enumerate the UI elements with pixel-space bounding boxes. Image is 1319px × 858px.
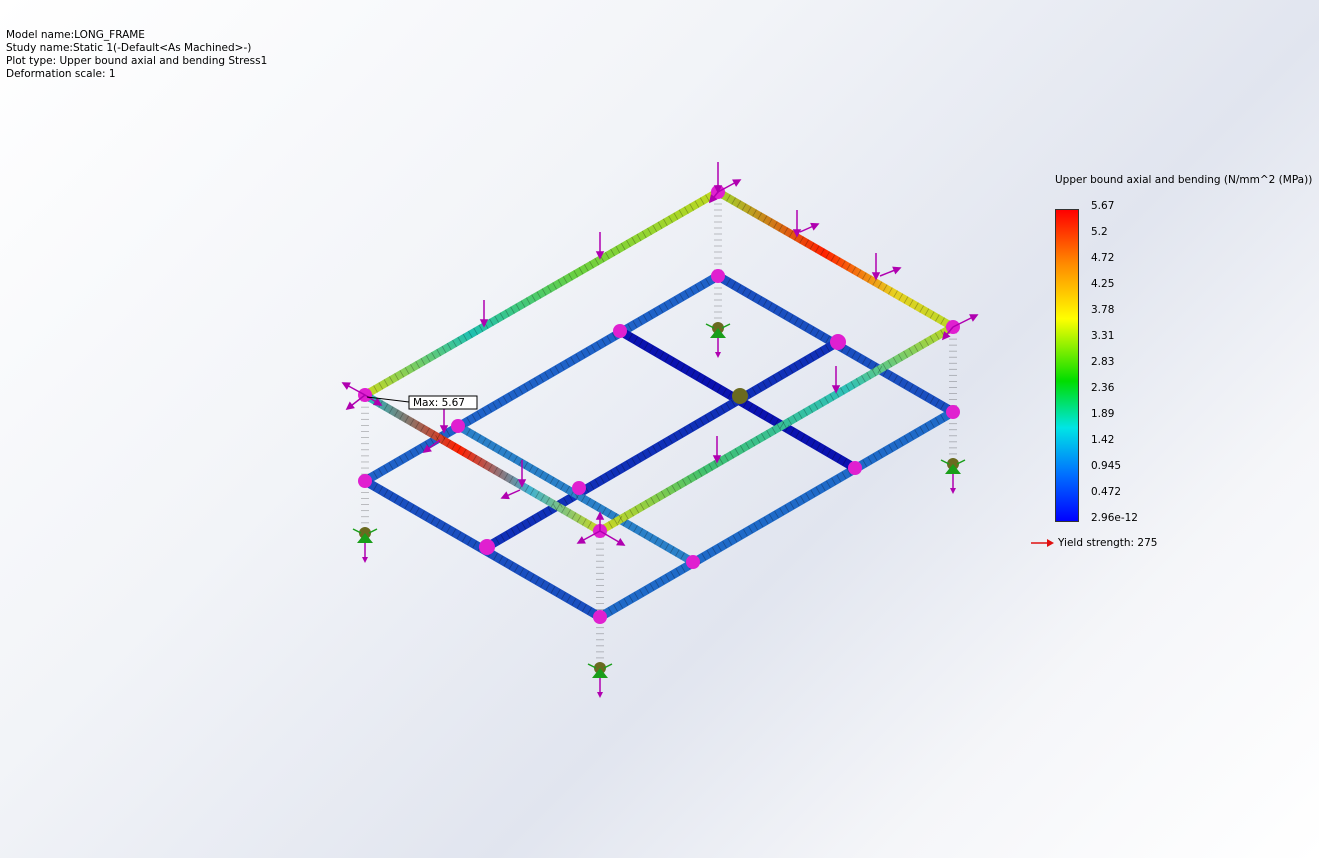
legend-tick: 0.945 bbox=[1091, 460, 1122, 472]
joint bbox=[711, 269, 725, 283]
max-label: Max: 5.67 bbox=[413, 397, 465, 409]
joint bbox=[593, 610, 607, 624]
legend-tick: 2.83 bbox=[1091, 356, 1115, 368]
beam bbox=[714, 188, 957, 331]
load-arrow-head bbox=[500, 491, 510, 500]
legend-tick: 0.472 bbox=[1091, 486, 1122, 498]
legend-tick: 1.42 bbox=[1091, 434, 1115, 446]
reaction-arrow-head bbox=[715, 352, 721, 358]
legend-tick: 5.2 bbox=[1091, 226, 1108, 238]
legend-tick: 5.67 bbox=[1091, 200, 1115, 212]
plot-type: Plot type: Upper bound axial and bending… bbox=[6, 55, 268, 67]
joint bbox=[848, 461, 862, 475]
legend-tick: 3.78 bbox=[1091, 304, 1115, 316]
model-viewport[interactable]: Max: 5.67 bbox=[0, 0, 1319, 858]
joint bbox=[686, 555, 700, 569]
fixtures bbox=[352, 322, 966, 698]
load-arrow-head bbox=[892, 266, 902, 275]
study-name: Study name:Static 1(-Default<As Machined… bbox=[6, 42, 252, 54]
legend-tick: 2.96e-12 bbox=[1091, 512, 1138, 524]
legend-tick: 2.36 bbox=[1091, 382, 1115, 394]
legend-title: Upper bound axial and bending (N/mm^2 (M… bbox=[1055, 174, 1313, 186]
yield-strength: Yield strength: 275 bbox=[1031, 537, 1157, 549]
yield-strength-label: Yield strength: 275 bbox=[1058, 537, 1158, 549]
load-arrow-head bbox=[576, 536, 586, 544]
joint bbox=[479, 539, 495, 555]
legend-tick: 3.31 bbox=[1091, 330, 1115, 342]
joint bbox=[946, 405, 960, 419]
color-scale-bar bbox=[1055, 209, 1079, 522]
joint bbox=[358, 474, 372, 488]
legend-tick: 4.25 bbox=[1091, 278, 1115, 290]
yield-arrow-icon bbox=[1031, 537, 1055, 549]
study-info: Model name:LONG_FRAME Study name:Static … bbox=[6, 29, 267, 81]
joint bbox=[572, 481, 586, 495]
reaction-arrow-head bbox=[362, 557, 368, 563]
load-arrow-head bbox=[341, 382, 351, 390]
reaction-arrow-head bbox=[597, 692, 603, 698]
deformation-scale: Deformation scale: 1 bbox=[6, 68, 116, 80]
load-arrow-head bbox=[616, 537, 626, 546]
joint bbox=[830, 334, 846, 350]
model-name: Model name:LONG_FRAME bbox=[6, 29, 145, 41]
reaction-arrow-head bbox=[950, 488, 956, 494]
load-arrow-head bbox=[732, 179, 742, 187]
load-arrow-head bbox=[810, 222, 820, 231]
joint bbox=[613, 324, 627, 338]
legend-tick: 1.89 bbox=[1091, 408, 1115, 420]
connector-node bbox=[732, 388, 748, 404]
legend-tick: 4.72 bbox=[1091, 252, 1115, 264]
load-arrow-head bbox=[969, 314, 979, 322]
joint bbox=[451, 419, 465, 433]
